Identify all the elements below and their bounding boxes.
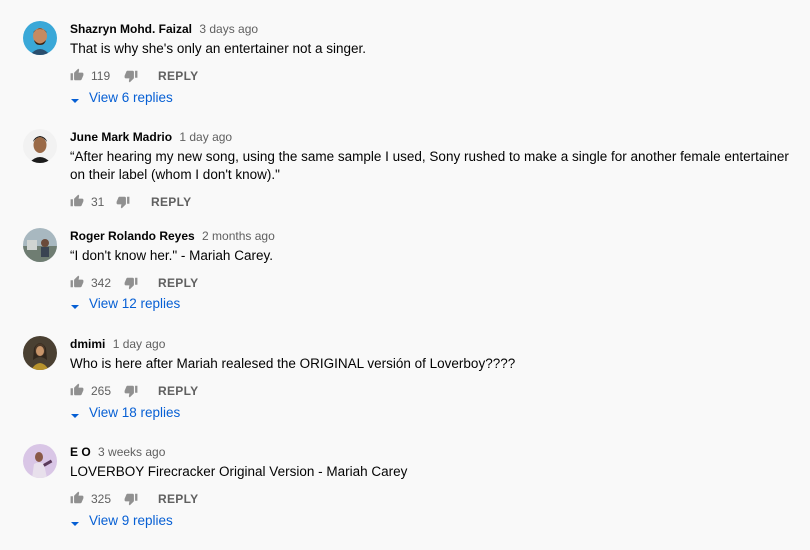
author-name[interactable]: Shazryn Mohd. Faizal: [70, 22, 192, 36]
avatar-image: [23, 21, 57, 55]
comment-actions: 342 REPLY: [70, 271, 800, 295]
comment-body: E O 3 weeks ago LOVERBOY Firecracker Ori…: [70, 444, 800, 511]
reply-button[interactable]: REPLY: [158, 491, 198, 507]
view-replies-label: View 9 replies: [89, 513, 173, 528]
author-name[interactable]: Roger Rolando Reyes: [70, 229, 195, 243]
like-icon[interactable]: [70, 68, 86, 84]
comment-header: dmimi 1 day ago: [70, 336, 800, 352]
like-icon[interactable]: [70, 194, 86, 210]
view-replies-button[interactable]: View 12 replies: [70, 294, 180, 314]
avatar-image: [23, 228, 57, 262]
comment-actions: 325 REPLY: [70, 487, 800, 511]
comment-text: “After hearing my new song, using the sa…: [70, 149, 789, 182]
avatar-image: [23, 444, 57, 478]
comment-header: Roger Rolando Reyes 2 months ago: [70, 228, 800, 244]
avatar[interactable]: [23, 21, 57, 55]
like-icon[interactable]: [70, 275, 86, 291]
avatar-image: [23, 129, 57, 163]
comment-actions: 265 REPLY: [70, 379, 800, 403]
comment-time[interactable]: 1 day ago: [113, 337, 166, 351]
author-name[interactable]: dmimi: [70, 337, 105, 351]
comment-header: June Mark Madrio 1 day ago: [70, 129, 800, 145]
like-count: 325: [91, 492, 112, 506]
avatar[interactable]: [23, 129, 57, 163]
reply-button[interactable]: REPLY: [158, 275, 198, 291]
dislike-icon[interactable]: [124, 276, 140, 292]
comment-body: Roger Rolando Reyes 2 months ago “I don'…: [70, 228, 800, 295]
reply-button[interactable]: REPLY: [151, 194, 191, 210]
reply-button[interactable]: REPLY: [158, 68, 198, 84]
like-icon[interactable]: [70, 491, 86, 507]
comment-time[interactable]: 3 weeks ago: [98, 445, 165, 459]
chevron-down-icon: [70, 92, 80, 104]
comment-time[interactable]: 2 months ago: [202, 229, 275, 243]
reply-button[interactable]: REPLY: [158, 383, 198, 399]
comment-body: June Mark Madrio 1 day ago “After hearin…: [70, 129, 800, 214]
comment-actions: 31 REPLY: [70, 190, 800, 214]
avatar-image: [23, 336, 57, 370]
like-count: 342: [91, 276, 112, 290]
view-replies-button[interactable]: View 9 replies: [70, 511, 173, 531]
comment-body: Shazryn Mohd. Faizal 3 days ago That is …: [70, 21, 800, 88]
like-icon[interactable]: [70, 383, 86, 399]
view-replies-label: View 18 replies: [89, 405, 181, 420]
dislike-icon[interactable]: [124, 384, 140, 400]
dislike-icon[interactable]: [116, 195, 132, 211]
comment-actions: 119 REPLY: [70, 64, 800, 88]
view-replies-label: View 12 replies: [89, 296, 181, 311]
comment-text: LOVERBOY Firecracker Original Version - …: [70, 464, 408, 479]
comment-body: dmimi 1 day ago Who is here after Mariah…: [70, 336, 800, 403]
avatar[interactable]: [23, 228, 57, 262]
chevron-down-icon: [70, 298, 80, 310]
author-name[interactable]: June Mark Madrio: [70, 130, 172, 144]
comment-text: That is why she's only an entertainer no…: [70, 41, 366, 56]
avatar[interactable]: [23, 444, 57, 478]
view-replies-button[interactable]: View 6 replies: [70, 88, 173, 108]
dislike-icon[interactable]: [124, 69, 140, 85]
comment-time[interactable]: 1 day ago: [179, 130, 232, 144]
like-count: 265: [91, 384, 112, 398]
comment-time[interactable]: 3 days ago: [199, 22, 258, 36]
chevron-down-icon: [70, 407, 80, 419]
chevron-down-icon: [70, 515, 80, 527]
dislike-icon[interactable]: [124, 492, 140, 508]
like-count: 31: [91, 195, 105, 209]
comment-header: Shazryn Mohd. Faizal 3 days ago: [70, 21, 800, 37]
like-count: 119: [91, 69, 111, 83]
author-name[interactable]: E O: [70, 445, 91, 459]
comment-text: “I don't know her." - Mariah Carey.: [70, 248, 273, 263]
view-replies-label: View 6 replies: [89, 90, 173, 105]
comment-header: E O 3 weeks ago: [70, 444, 800, 460]
avatar[interactable]: [23, 336, 57, 370]
view-replies-button[interactable]: View 18 replies: [70, 403, 180, 423]
comment-text: Who is here after Mariah realesed the OR…: [70, 356, 516, 371]
